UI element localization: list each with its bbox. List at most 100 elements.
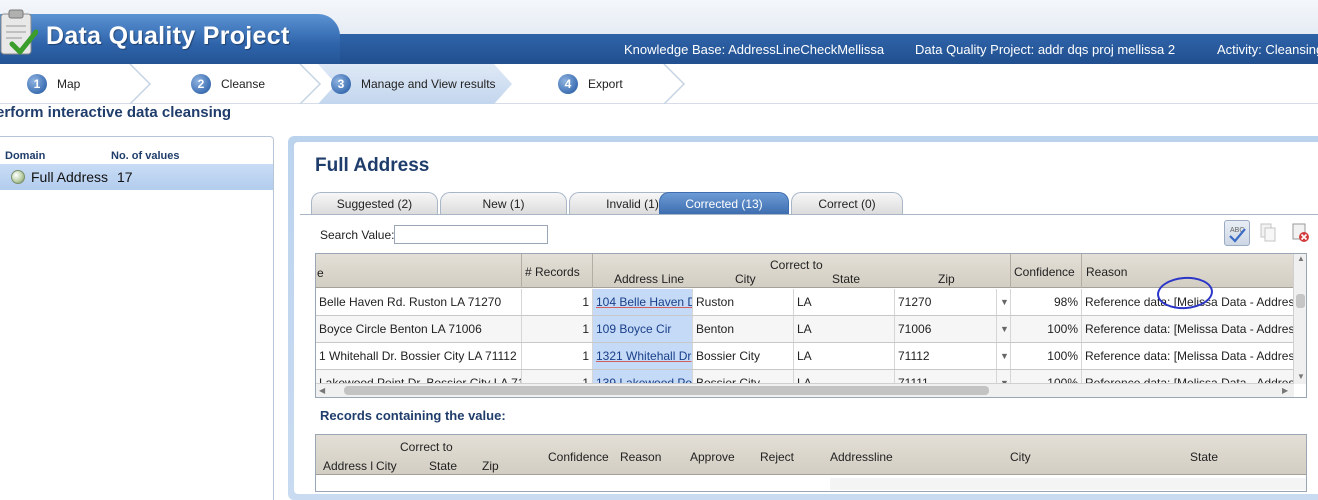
tab-suggested[interactable]: Suggested (2) (311, 192, 438, 214)
address-cell[interactable]: 104 Belle Haven Dr (593, 289, 693, 315)
records-cell: 1 (522, 289, 593, 315)
column-separator (592, 254, 593, 288)
step-number: 3 (331, 74, 351, 94)
state2-column-header: State (1190, 450, 1219, 464)
search-label: Search Value: (320, 228, 395, 242)
value-cell: Boyce Circle Benton LA 71006 (316, 316, 522, 342)
value-cell: Belle Haven Rd. Ruston LA 71270 (316, 289, 522, 315)
delete-icon (1292, 223, 1309, 242)
scroll-thumb[interactable] (1296, 294, 1305, 308)
records-column-header: # Records (525, 265, 580, 279)
step-chevron (129, 64, 152, 104)
zip-dropdown-icon[interactable]: ▼ (997, 316, 1011, 342)
tabs-baseline (300, 214, 1318, 215)
state-cell[interactable]: LA (794, 316, 895, 342)
knowledge-base-label: Knowledge Base: AddressLineCheckMellissa (624, 42, 885, 57)
spell-check-icon: ABC (1229, 227, 1246, 243)
reason-cell: Reference data: [Melissa Data - Address … (1085, 322, 1294, 336)
values-grid: e # Records Correct to Address Line City… (315, 253, 1307, 398)
domain-icon (11, 170, 25, 184)
activity-label: Activity: Cleansing (1217, 42, 1318, 57)
vertical-scrollbar[interactable]: ▲ ▼ (1293, 254, 1306, 384)
address-cell[interactable]: 1321 Whitehall Dr (593, 343, 693, 369)
project-label: Data Quality Project: addr dqs proj mell… (915, 42, 1176, 57)
zip-cell[interactable]: 71112 (895, 343, 997, 369)
scroll-right-icon[interactable]: ▶ (1282, 386, 1288, 395)
state-cell[interactable]: LA (794, 343, 895, 369)
tab-new[interactable]: New (1) (440, 192, 567, 214)
correct-to-header: Correct to (400, 440, 453, 454)
records-cell: 1 (522, 316, 593, 342)
domain-count: 17 (117, 169, 133, 185)
zip-cell[interactable]: 71270 (895, 289, 997, 315)
scroll-left-icon[interactable]: ◀ (319, 386, 325, 395)
city-cell[interactable]: Bossier City (693, 343, 794, 369)
value-column-header: e (317, 266, 324, 280)
horizontal-scrollbar[interactable]: ◀ ▶ (316, 383, 1294, 397)
zip-column-header: Zip (482, 459, 499, 473)
spell-check-button[interactable]: ABC (1224, 220, 1250, 246)
scroll-down-icon[interactable]: ▼ (1297, 372, 1305, 381)
zip-dropdown-icon[interactable]: ▼ (997, 289, 1011, 315)
table-row[interactable]: 1 Whitehall Dr. Bossier City LA 71112 1 … (316, 343, 1294, 370)
domain-title: Full Address (315, 155, 430, 176)
tab-corrected[interactable]: Corrected (13) (659, 192, 789, 214)
column-separator (1010, 254, 1011, 288)
domain-panel: Domain No. of values Full Address 17 (0, 136, 274, 500)
step-cleanse[interactable]: 2 Cleanse (191, 64, 265, 104)
scroll-thumb[interactable] (344, 386, 989, 395)
horizontal-scrollbar[interactable] (830, 478, 1306, 490)
tab-correct[interactable]: Correct (0) (791, 192, 903, 214)
state-column-header: State (832, 272, 861, 286)
step-number: 1 (27, 74, 47, 94)
domain-column-header: Domain (5, 150, 46, 162)
step-label: Map (57, 77, 81, 91)
app-header: Data Quality Project Knowledge Base: Add… (0, 0, 1318, 64)
records-cell: 1 (522, 343, 593, 369)
domain-name: Full Address (31, 169, 109, 185)
table-row[interactable]: Boyce Circle Benton LA 71006 1 109 Boyce… (316, 316, 1294, 343)
step-number: 2 (191, 74, 211, 94)
zip-column-header: Zip (938, 272, 955, 286)
reason-column-header: Reason (620, 450, 662, 464)
confidence-cell: 98% (1011, 289, 1082, 315)
column-separator (1081, 254, 1082, 288)
state-cell[interactable]: LA (794, 289, 895, 315)
city-column-header: City (376, 459, 397, 473)
state-column-header: State (429, 459, 458, 473)
table-row[interactable]: Belle Haven Rd. Ruston LA 71270 1 104 Be… (316, 289, 1294, 316)
copy-button[interactable] (1256, 220, 1282, 246)
city-cell[interactable]: Ruston (693, 289, 794, 315)
step-chevron (663, 64, 686, 104)
clipboard-check-icon (0, 9, 38, 55)
city-cell[interactable]: Benton (693, 316, 794, 342)
step-number: 4 (558, 74, 578, 94)
reject-column-header: Reject (760, 450, 795, 464)
address-line-column-header: Address Line (614, 272, 685, 286)
main-inner: Full Address Suggested (2) New (1) Inval… (294, 142, 1318, 494)
reason-cell: Reference data: [Melissa Data - Address … (1085, 349, 1294, 363)
step-manage-results[interactable]: 3 Manage and View results (331, 64, 496, 104)
records-grid-header: Correct to Address l City State Zip Conf… (316, 435, 1306, 475)
confidence-cell: 100% (1011, 316, 1082, 342)
records-grid: Correct to Address l City State Zip Conf… (315, 434, 1307, 492)
step-chevron (299, 64, 322, 104)
delete-button[interactable] (1288, 220, 1314, 246)
address-column-header: Address l (323, 459, 374, 473)
main-panel: Full Address Suggested (2) New (1) Inval… (288, 136, 1318, 500)
confidence-cell: 100% (1011, 343, 1082, 369)
step-map[interactable]: 1 Map (27, 64, 80, 104)
city-column-header: City (735, 272, 756, 286)
app-title: Data Quality Project (46, 22, 290, 50)
city2-column-header: City (1010, 450, 1031, 464)
copy-icon (1260, 223, 1276, 242)
domain-row[interactable]: Full Address 17 (0, 164, 273, 190)
step-export[interactable]: 4 Export (558, 64, 623, 104)
addressline-column-header: Addressline (830, 450, 893, 464)
zip-cell[interactable]: 71006 (895, 316, 997, 342)
search-input[interactable] (394, 225, 548, 244)
zip-dropdown-icon[interactable]: ▼ (997, 343, 1011, 369)
address-cell[interactable]: 109 Boyce Cir (593, 316, 693, 342)
scroll-up-icon[interactable]: ▲ (1297, 254, 1305, 263)
step-label: Manage and View results (361, 77, 496, 91)
